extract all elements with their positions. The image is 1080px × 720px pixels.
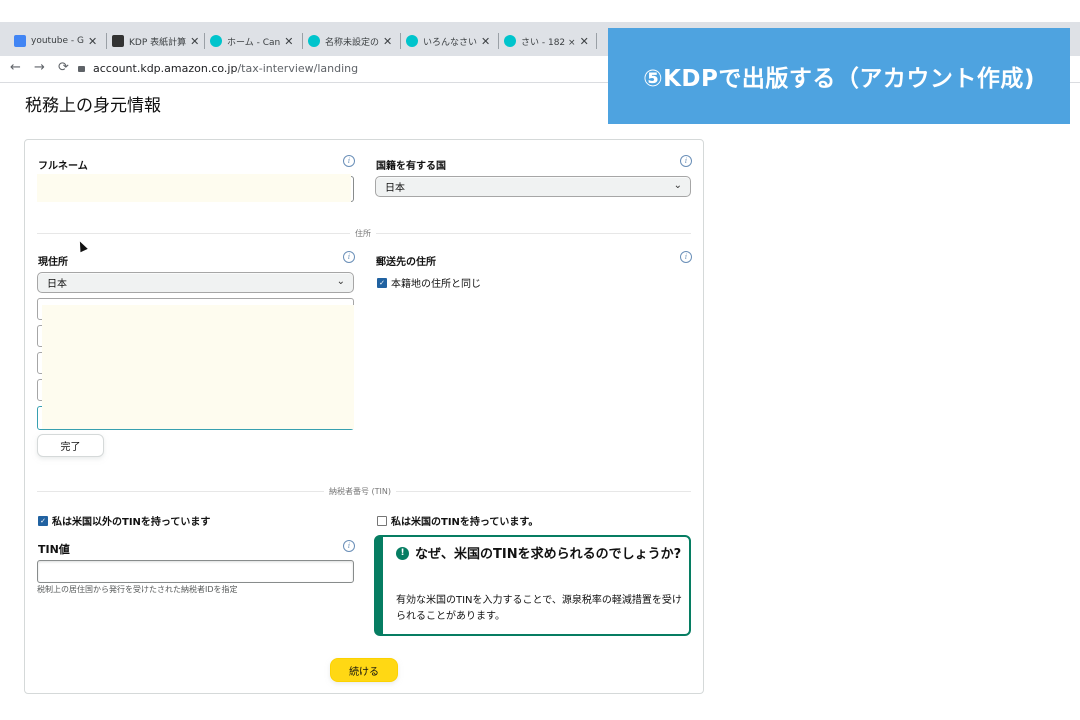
back-icon[interactable]: ← [10, 60, 21, 75]
tab-separator [498, 33, 499, 49]
us-tin-label: 私は米国のTINを持っています。 [391, 517, 539, 528]
full-name-input[interactable] [37, 174, 351, 202]
close-icon[interactable]: ✕ [580, 35, 589, 48]
checkbox-unchecked-icon [377, 515, 387, 526]
non-us-tin-label: 私は米国以外のTINを持っています [52, 517, 211, 528]
kdp-icon [112, 35, 124, 47]
info-icon[interactable]: i [680, 251, 692, 263]
close-icon[interactable]: ✕ [383, 35, 392, 48]
full-name-label: フルネーム [38, 161, 88, 172]
canva-icon [308, 35, 320, 47]
tab-label: 名称未設定の [325, 37, 380, 48]
nationality-label: 国籍を有する国 [376, 161, 446, 172]
info-circle-icon: ! [396, 547, 409, 560]
url-text[interactable]: account.kdp.amazon.co.jp/tax-interview/l… [78, 59, 358, 77]
tab-separator [400, 33, 401, 49]
info-icon[interactable]: i [343, 540, 355, 552]
forward-icon[interactable]: → [34, 60, 45, 75]
page-title: 税務上の身元情報 [25, 96, 161, 116]
reload-icon[interactable]: ⟳ [58, 60, 69, 75]
mailing-address-label: 郵送先の住所 [376, 257, 436, 268]
close-icon[interactable]: ✕ [190, 35, 199, 48]
browser-tab[interactable]: さい - 182 × ✕ [504, 30, 589, 52]
tab-separator [596, 33, 597, 49]
nationality-value: 日本 [385, 183, 405, 194]
current-address-country-select[interactable]: 日本 ⌄ [37, 272, 354, 293]
tin-hint: 税制上の居住国から発行を受けたされた納税者IDを指定 [37, 585, 238, 594]
current-address-label: 現住所 [38, 257, 68, 268]
chevron-down-icon: ⌄ [673, 180, 682, 191]
nationality-select[interactable]: 日本 ⌄ [375, 176, 691, 197]
browser-tab[interactable]: ホーム - Can ✕ [210, 30, 293, 52]
tin-section-label: 納税者番号 (TIN) [324, 486, 397, 497]
address-section-label: 住所 [350, 228, 376, 239]
checkbox-checked-icon: ✓ [38, 515, 48, 526]
info-icon[interactable]: i [343, 251, 355, 263]
chevron-down-icon: ⌄ [336, 276, 345, 287]
canva-icon [406, 35, 418, 47]
alert-title: なぜ、米国のTINを求められるのでしょうか? [415, 547, 682, 562]
tab-label: さい - 182 × [521, 37, 576, 48]
tab-separator [106, 33, 107, 49]
docs-icon [14, 35, 26, 47]
url-path: /tax-interview/landing [237, 61, 359, 75]
tab-label: KDP 表紙計算 [129, 37, 187, 48]
window-top [0, 0, 1080, 22]
tab-separator [204, 33, 205, 49]
close-icon[interactable]: ✕ [284, 35, 293, 48]
info-icon[interactable]: i [680, 155, 692, 167]
same-address-checkbox[interactable]: ✓ 本籍地の住所と同じ [377, 275, 481, 290]
browser-tab[interactable]: youtube - G ✕ [14, 30, 97, 52]
tab-label: いろんなさい [423, 37, 478, 48]
tab-separator [302, 33, 303, 49]
url-host: account.kdp.amazon.co.jp [93, 61, 238, 75]
browser-tab[interactable]: 名称未設定の ✕ [308, 30, 392, 52]
tab-label: ホーム - Can [227, 37, 281, 48]
tin-value-input[interactable] [37, 560, 354, 583]
us-tin-checkbox[interactable]: 私は米国のTINを持っています。 [377, 513, 538, 528]
tin-value-label: TIN値 [38, 543, 70, 556]
alert-body: 有効な米国のTINを入力することで、源泉税率の軽減措置を受けられることがあります… [396, 595, 682, 622]
autofill-suggestions[interactable] [42, 305, 354, 429]
non-us-tin-checkbox[interactable]: ✓ 私は米国以外のTINを持っています [38, 513, 210, 528]
close-icon[interactable]: ✕ [88, 35, 97, 48]
full-name-input-edge [351, 176, 354, 202]
canva-icon [210, 35, 222, 47]
caption-overlay: ⑤KDPで出版する（アカウント作成) [608, 28, 1070, 124]
browser-tab[interactable]: KDP 表紙計算 ✕ [112, 30, 199, 52]
browser-tab[interactable]: いろんなさい ✕ [406, 30, 490, 52]
same-address-label: 本籍地の住所と同じ [391, 279, 481, 290]
tab-label: youtube - G [31, 36, 84, 46]
checkbox-checked-icon: ✓ [377, 277, 387, 288]
canva-icon [504, 35, 516, 47]
close-icon[interactable]: ✕ [481, 35, 490, 48]
continue-button[interactable]: 続ける [330, 658, 398, 682]
why-us-tin-alert: ! なぜ、米国のTINを求められるのでしょうか? 有効な米国のTINを入力するこ… [374, 535, 691, 636]
current-address-country-value: 日本 [47, 279, 67, 290]
info-icon[interactable]: i [343, 155, 355, 167]
done-button[interactable]: 完了 [37, 434, 104, 457]
lock-icon [78, 66, 85, 72]
